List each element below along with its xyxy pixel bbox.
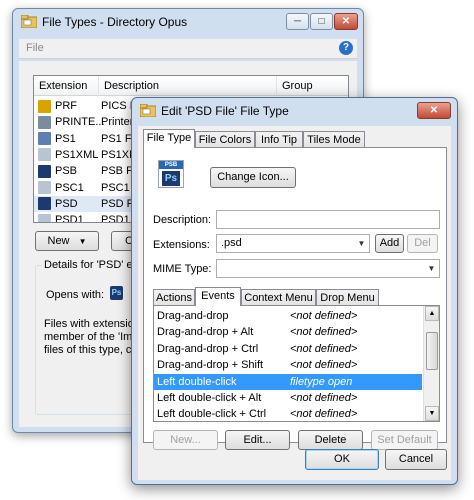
del-button[interactable]: Del [407, 234, 438, 253]
printer-icon [38, 115, 51, 129]
cancel-button[interactable]: Cancel [385, 449, 447, 470]
event-row[interactable]: Drag-and-drop + Alt <not defined> [154, 324, 422, 340]
event-value: <not defined> [290, 326, 358, 339]
extension-cell: PRF [55, 100, 77, 113]
edit-event-button[interactable]: Edit... [225, 430, 290, 450]
set-default-button[interactable]: Set Default [371, 430, 438, 450]
tab-context-menu[interactable]: Context Menu [241, 289, 316, 306]
extension-cell: PSD1 [55, 214, 84, 223]
photoshop-icon [38, 164, 51, 178]
psd-icon-glyph: Ps [162, 171, 180, 186]
dialog-title-bar[interactable]: Edit 'PSD File' File Type ✕ [132, 98, 457, 124]
column-group[interactable]: Group [277, 76, 348, 96]
dropdown-arrow-icon: ▼ [78, 237, 87, 246]
minimize-button[interactable]: ─ [286, 13, 309, 30]
new-button[interactable]: New ▼ [35, 231, 99, 251]
close-button[interactable]: ✕ [334, 13, 358, 30]
event-value: <not defined> [290, 392, 358, 404]
tab-drop-menu[interactable]: Drop Menu [316, 289, 379, 306]
key-icon [38, 99, 51, 113]
extension-cell: PS1 [55, 132, 76, 145]
scroll-thumb[interactable] [426, 332, 438, 370]
extension-cell: PSC1 [55, 181, 84, 194]
extension-cell: PSB [55, 165, 78, 178]
script-icon [38, 132, 51, 146]
menu-file[interactable]: File [26, 42, 44, 54]
event-name: Left double-click [157, 375, 237, 388]
event-name: Drag-and-drop [157, 310, 229, 322]
photoshop-icon: PSB Ps [158, 160, 184, 188]
event-row[interactable]: Left double-click + Ctrl <not defined> [154, 406, 422, 421]
tab-events[interactable]: Events [195, 287, 241, 306]
psd-icon-header: PSB [159, 161, 183, 169]
extension-cell: PRINTE... [55, 116, 105, 129]
event-value: <not defined> [290, 310, 358, 322]
list-header: Extension Description Group [34, 76, 348, 96]
app-icon [139, 103, 157, 118]
file-type-tab-page: PSB Ps Change Icon... Description: Exten… [143, 147, 447, 450]
event-value: <not defined> [290, 342, 358, 355]
description-label: Description: [153, 214, 212, 226]
description-field[interactable] [216, 210, 440, 229]
close-button[interactable]: ✕ [417, 102, 451, 119]
event-name: Drag-and-drop + Shift [157, 359, 264, 372]
app-icon [20, 14, 38, 29]
event-name: Left double-click + Alt [157, 392, 262, 404]
help-icon[interactable]: ? [339, 41, 353, 55]
document-icon [38, 148, 51, 162]
event-row[interactable]: Left double-click + Alt <not defined> [154, 390, 422, 406]
event-name: Drag-and-drop + Alt [157, 326, 254, 339]
event-row[interactable]: Drag-and-drop + Ctrl <not defined> [154, 341, 422, 357]
add-button[interactable]: Add [375, 234, 404, 253]
delete-event-button[interactable]: Delete [298, 430, 363, 450]
title-bar[interactable]: File Types - Directory Opus ─ □ ✕ [13, 9, 363, 35]
maximize-button[interactable]: □ [310, 13, 333, 30]
description-cell: Printer [101, 116, 134, 129]
new-event-button[interactable]: New... [153, 430, 218, 450]
event-row[interactable]: Drag-and-drop <not defined> [154, 308, 422, 324]
menu-bar: File ? [19, 39, 357, 59]
tab-file-type[interactable]: File Type [143, 129, 195, 148]
tab-tiles-mode[interactable]: Tiles Mode [303, 131, 365, 148]
dropdown-arrow-icon[interactable]: ▼ [427, 260, 436, 277]
dropdown-arrow-icon[interactable]: ▼ [357, 235, 366, 252]
dialog-body: File Type File Colors Info Tip Tiles Mod… [138, 126, 451, 480]
extension-cell: PS1XML [55, 148, 99, 161]
scroll-down-icon[interactable]: ▼ [425, 406, 439, 421]
document-icon [38, 213, 51, 222]
event-row[interactable]: Drag-and-drop + Shift <not defined> [154, 357, 422, 373]
events-scrollbar[interactable]: ▲ ▼ [423, 306, 439, 421]
event-name: Drag-and-drop + Ctrl [157, 342, 259, 355]
edit-file-type-dialog: Edit 'PSD File' File Type ✕ File Type Fi… [131, 97, 458, 485]
event-value: filetype open [290, 375, 353, 388]
event-row[interactable]: Left double-click filetype open [154, 373, 422, 390]
dialog-title: Edit 'PSD File' File Type [161, 104, 289, 118]
extensions-combo[interactable]: .psd ▼ [216, 234, 370, 253]
event-value: <not defined> [290, 359, 358, 372]
ok-button[interactable]: OK [305, 449, 379, 470]
event-value: <not defined> [290, 408, 358, 421]
document-icon [38, 181, 51, 195]
opens-with-label: Opens with: [46, 289, 105, 301]
tab-file-colors[interactable]: File Colors [195, 131, 255, 148]
photoshop-icon: Ps [110, 286, 123, 300]
tab-actions[interactable]: Actions [153, 289, 195, 306]
column-description[interactable]: Description [99, 76, 277, 96]
extension-cell: PSD [55, 197, 78, 210]
tab-info-tip[interactable]: Info Tip [255, 131, 303, 148]
extensions-value: .psd [221, 237, 242, 249]
scroll-up-icon[interactable]: ▲ [425, 306, 439, 321]
extensions-label: Extensions: [153, 239, 210, 251]
mime-type-combo[interactable]: ▼ [216, 259, 440, 278]
window-title: File Types - Directory Opus [42, 15, 188, 29]
column-extension[interactable]: Extension [34, 76, 99, 96]
events-list[interactable]: Drag-and-drop <not defined> Drag-and-drop … [153, 305, 440, 422]
mime-type-label: MIME Type: [153, 263, 212, 275]
event-name: Left double-click + Ctrl [157, 408, 267, 421]
details-label: Details for 'PSD' ext [42, 259, 144, 271]
new-button-label: New [47, 235, 70, 247]
photoshop-icon [38, 197, 51, 211]
change-icon-button[interactable]: Change Icon... [210, 167, 296, 188]
